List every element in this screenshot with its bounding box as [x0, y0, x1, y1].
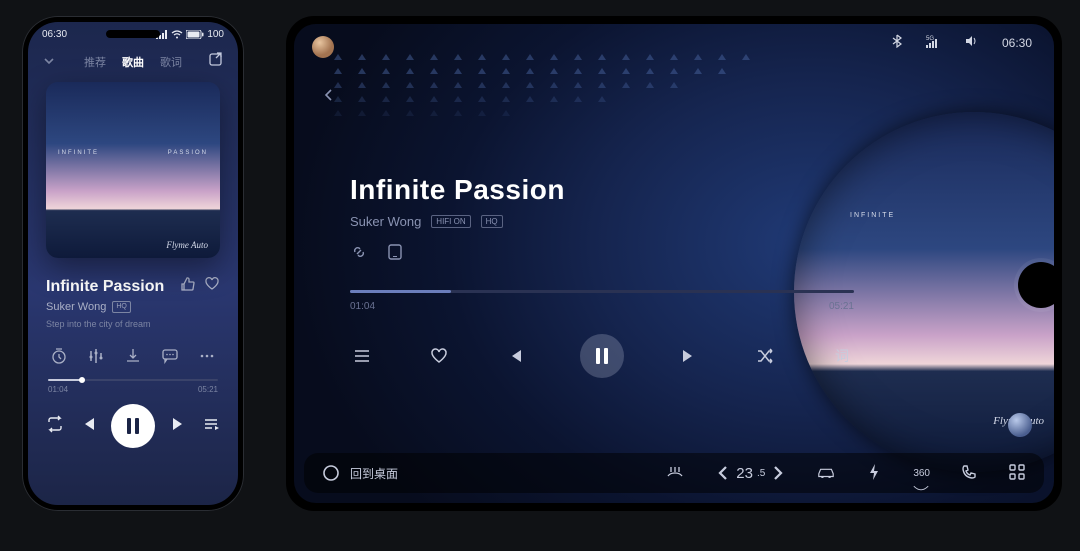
car-status-bar: 5G 06:30 [890, 34, 1032, 51]
back-icon[interactable] [324, 88, 334, 105]
temperature-control[interactable]: 23.5 [714, 464, 787, 482]
track-artist[interactable]: Suker Wong [350, 214, 421, 229]
tab-recommend[interactable]: 推荐 [84, 54, 106, 70]
phone-progress: 01:04 05:21 [28, 365, 238, 394]
home-label: 回到桌面 [350, 465, 398, 482]
progress-bar[interactable] [350, 290, 854, 293]
lyrics-button[interactable]: 词 [830, 344, 854, 368]
pause-icon [127, 418, 139, 434]
next-icon[interactable] [170, 415, 188, 438]
signal-5g-icon: 5G [926, 34, 942, 51]
phone-device: 06:30 100 推荐 歌曲 歌词 INFINITE PASSION Flym… [22, 16, 244, 511]
time-total: 05:21 [198, 385, 218, 394]
tab-lyrics[interactable]: 歌词 [160, 54, 182, 70]
playlist-icon[interactable] [202, 415, 220, 438]
cast-device-icon[interactable] [386, 243, 404, 261]
heart-icon[interactable] [427, 344, 451, 368]
more-icon[interactable] [198, 347, 216, 365]
car-icon[interactable] [817, 463, 835, 484]
progress-thumb[interactable] [79, 377, 85, 383]
album-art[interactable]: INFINITE PASSION Flyme Auto [46, 82, 220, 258]
previous-icon[interactable] [503, 344, 527, 368]
apps-icon[interactable] [1008, 463, 1026, 484]
disc-center [1018, 262, 1054, 308]
car-tablet-device: 5G 06:30 INFINITE Flyme Auto Infinite Pa… [286, 16, 1062, 511]
album-word-left: INFINITE [58, 150, 99, 156]
bluetooth-icon[interactable] [890, 34, 904, 51]
status-time: 06:30 [1002, 36, 1032, 50]
car-playback-controls: 词 [350, 334, 854, 378]
phone-screen: 06:30 100 推荐 歌曲 歌词 INFINITE PASSION Flym… [28, 22, 238, 505]
car-dock: 回到桌面 23.5 360 [304, 453, 1044, 493]
timer-icon[interactable] [50, 347, 68, 365]
shuffle-icon[interactable] [753, 344, 777, 368]
track-title: Infinite Passion [46, 278, 172, 296]
now-playing-info: Infinite Passion Suker Wong HIFI ON HQ [350, 174, 764, 261]
track-artist[interactable]: Suker Wong [46, 301, 106, 313]
share-icon[interactable] [208, 52, 224, 71]
car-progress: 01:04 05:21 [350, 290, 854, 312]
next-icon[interactable] [677, 344, 701, 368]
equalizer-icon[interactable] [87, 347, 105, 365]
volume-icon[interactable] [964, 34, 980, 51]
link-icon[interactable] [350, 243, 368, 261]
temp-value: 23 [736, 465, 753, 482]
track-title: Infinite Passion [350, 174, 764, 206]
time-elapsed: 01:04 [350, 301, 375, 312]
lyric-line: Step into the city of dream [46, 319, 220, 329]
globe-icon[interactable] [1008, 413, 1032, 437]
play-pause-button[interactable] [111, 404, 155, 448]
battery-percent: 100 [207, 29, 224, 40]
battery-icon [186, 30, 204, 39]
car-tablet-screen: 5G 06:30 INFINITE Flyme Auto Infinite Pa… [294, 24, 1054, 503]
chevron-left-icon[interactable] [714, 464, 732, 482]
wifi-icon [171, 30, 183, 39]
comment-icon[interactable] [161, 347, 179, 365]
hifi-badge: HIFI ON [431, 215, 470, 228]
user-avatar[interactable] [312, 36, 334, 58]
phone-tabs: 推荐 歌曲 歌词 [28, 44, 238, 76]
repeat-icon[interactable] [46, 415, 64, 438]
queue-icon[interactable] [350, 344, 374, 368]
download-icon[interactable] [124, 347, 142, 365]
charge-icon[interactable] [865, 463, 883, 484]
tab-song[interactable]: 歌曲 [122, 54, 144, 70]
album-brand: Flyme Auto [166, 240, 208, 250]
camera-360-icon[interactable]: 360 [913, 468, 930, 479]
pause-icon [596, 348, 608, 364]
previous-icon[interactable] [79, 415, 97, 438]
album-word-right: PASSION [168, 150, 208, 156]
play-pause-button[interactable] [580, 334, 624, 378]
phone-track-info: Infinite Passion Suker Wong HQ Step into… [28, 258, 238, 329]
chevron-right-icon[interactable] [769, 464, 787, 482]
quality-badge: HQ [112, 301, 131, 313]
phone-action-row [28, 329, 238, 365]
decorative-dot-grid [334, 54, 750, 116]
thumbs-up-icon[interactable] [180, 276, 196, 297]
collapse-icon[interactable] [42, 54, 56, 71]
phone-icon[interactable] [960, 463, 978, 484]
progress-bar[interactable] [48, 379, 218, 381]
home-button[interactable]: 回到桌面 [322, 464, 398, 482]
hq-badge: HQ [481, 215, 503, 228]
defrost-icon[interactable] [666, 463, 684, 484]
circle-icon [322, 464, 340, 482]
status-time: 06:30 [42, 29, 67, 40]
heart-icon[interactable] [204, 276, 220, 297]
time-total: 05:21 [829, 301, 854, 312]
time-elapsed: 01:04 [48, 385, 68, 394]
phone-notch [106, 30, 160, 38]
phone-playback-controls [28, 394, 238, 448]
temp-decimal: .5 [757, 468, 765, 479]
disc-word: INFINITE [850, 212, 895, 219]
